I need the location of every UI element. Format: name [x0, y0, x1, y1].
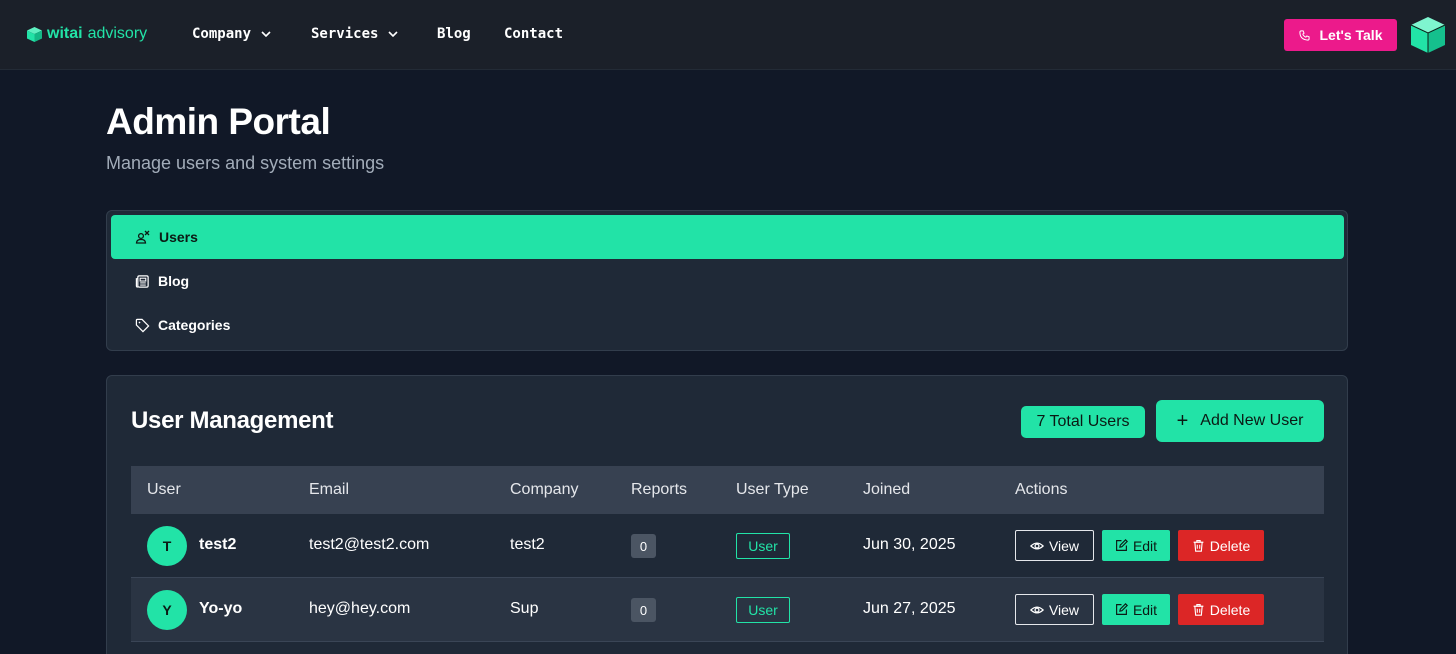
user-email: test2@test2.com [309, 536, 430, 553]
user-management-panel: User Management 7 Total Users + Add New … [106, 375, 1348, 654]
delete-label: Delete [1209, 537, 1251, 554]
nav-services-label: Services [311, 26, 379, 42]
avatar: T [147, 526, 187, 566]
user-management-title: User Management [131, 407, 334, 434]
admin-nav-categories[interactable]: Categories [111, 303, 1344, 347]
admin-nav-users[interactable]: Users [111, 215, 1344, 259]
newspaper-icon [135, 274, 149, 288]
column-header-user-type: User Type [736, 481, 809, 498]
edit-button[interactable]: Edit [1102, 530, 1170, 561]
lets-talk-label: Let's Talk [1319, 27, 1383, 43]
column-header-actions: Actions [1015, 481, 1068, 498]
view-button[interactable]: View [1015, 594, 1094, 625]
eye-icon [1029, 606, 1044, 613]
delete-label: Delete [1209, 601, 1251, 618]
nav-blog[interactable]: Blog [437, 26, 471, 42]
chevron-down-icon [261, 31, 271, 37]
admin-nav-blog[interactable]: Blog [111, 259, 1344, 303]
column-header-user: User [147, 481, 181, 498]
phone-icon [1298, 29, 1310, 41]
user-company: test2 [510, 536, 545, 553]
total-users-badge: 7 Total Users [1021, 406, 1145, 438]
edit-label: Edit [1132, 537, 1158, 554]
joined-date: Jun 30, 2025 [863, 536, 956, 553]
user-email: hey@hey.com [309, 600, 411, 617]
view-button[interactable]: View [1015, 530, 1094, 561]
joined-date: Jun 27, 2025 [863, 600, 956, 617]
reports-count-badge: 0 [631, 534, 656, 558]
user-type-badge: User [736, 597, 790, 623]
admin-nav-users-label: Users [159, 229, 198, 245]
user-name: Yo-yo [199, 600, 243, 617]
nav-blog-label: Blog [437, 26, 471, 42]
nav-company-label: Company [192, 26, 252, 42]
nav-contact[interactable]: Contact [504, 26, 563, 42]
page-subtitle: Manage users and system settings [106, 153, 385, 173]
column-header-email: Email [309, 481, 350, 498]
column-header-company: Company [510, 481, 579, 498]
nav-contact-label: Contact [504, 26, 564, 42]
table-header: User Email Company Reports User Type Joi… [131, 466, 1324, 514]
nav-company[interactable]: Company [192, 26, 271, 42]
admin-nav-blog-label: Blog [158, 273, 190, 289]
add-new-user-label: Add New User [1200, 412, 1304, 429]
plus-icon: + [1176, 410, 1189, 432]
column-header-reports: Reports [631, 481, 688, 498]
reports-count-badge: 0 [631, 598, 656, 622]
top-navbar: witai advisory Company Services Blog Con… [0, 0, 1456, 70]
column-header-joined: Joined [863, 481, 911, 498]
trash-icon [1193, 604, 1204, 616]
edit-icon [1115, 539, 1128, 551]
users-icon [135, 230, 150, 244]
delete-button[interactable]: Delete [1178, 594, 1264, 625]
logo-text: advisory [87, 25, 148, 42]
edit-icon [1115, 603, 1128, 615]
admin-section-nav: Users Blog Categories [106, 210, 1348, 351]
delete-button[interactable]: Delete [1178, 530, 1264, 561]
users-table: User Email Company Reports User Type Joi… [131, 466, 1324, 642]
view-label: View [1048, 601, 1080, 618]
user-type-badge: User [736, 533, 790, 559]
edit-label: Edit [1132, 601, 1158, 618]
table-row: Y Yo-yo hey@hey.com Sup 0 User Jun 27, 2… [131, 578, 1324, 642]
view-label: View [1048, 537, 1080, 554]
admin-nav-categories-label: Categories [158, 317, 231, 333]
cube-icon[interactable] [1409, 15, 1447, 55]
user-name: test2 [199, 536, 237, 553]
brand-logo[interactable]: witai advisory [26, 25, 147, 43]
edit-button[interactable]: Edit [1102, 594, 1170, 625]
lets-talk-button[interactable]: Let's Talk [1284, 19, 1397, 51]
avatar: Y [147, 590, 187, 630]
logo-bold-text: witai [47, 25, 83, 42]
add-new-user-button[interactable]: + Add New User [1156, 400, 1324, 442]
eye-icon [1029, 542, 1044, 549]
user-company: Sup [510, 600, 539, 617]
nav-services[interactable]: Services [311, 26, 399, 42]
page-title: Admin Portal [106, 101, 331, 142]
tag-icon [135, 318, 150, 332]
chevron-down-icon [388, 31, 399, 37]
table-row: T test2 test2@test2.com test2 0 User Jun… [131, 514, 1324, 578]
trash-icon [1193, 540, 1204, 552]
cube-logo-icon [27, 26, 42, 42]
